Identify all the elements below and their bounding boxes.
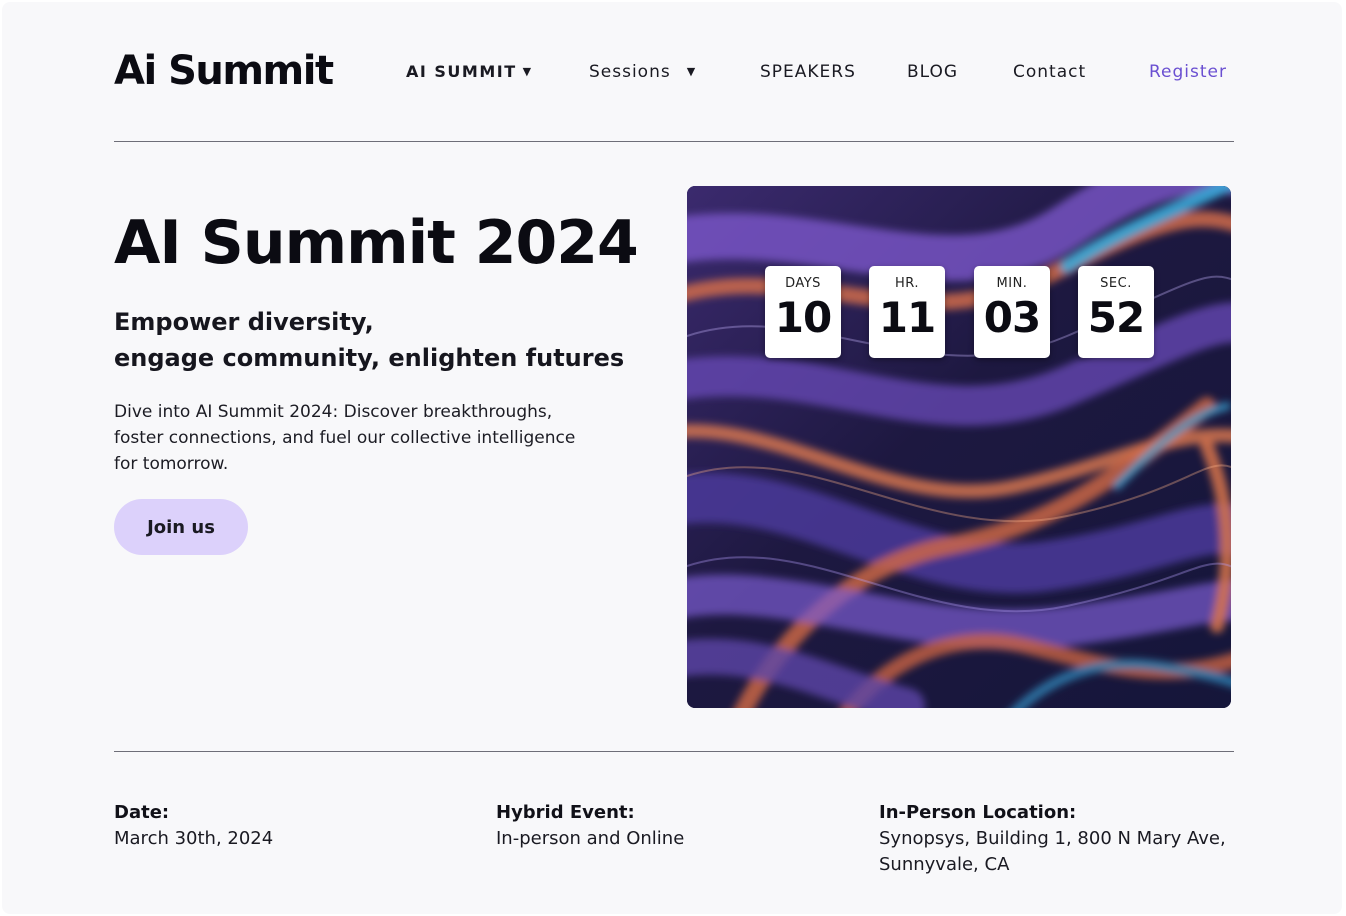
- event-date: Date: March 30th, 2024: [114, 800, 494, 852]
- nav-blog[interactable]: BLOG: [907, 62, 958, 82]
- hero-description-line: Dive into AI Summit 2024: Discover break…: [114, 402, 553, 422]
- event-format-value-line: In-person and Online: [496, 828, 685, 849]
- nav-ai-summit[interactable]: AI SUMMIT ▼: [406, 62, 533, 81]
- event-location-label: In-Person Location:: [879, 802, 1077, 823]
- event-date-value: March 30th, 2024: [114, 826, 494, 852]
- hero-description: Dive into AI Summit 2024: Discover break…: [114, 399, 644, 477]
- event-location-value: Synopsys, Building 1, 800 N Mary Ave, Su…: [879, 826, 1259, 878]
- countdown-label: MIN.: [996, 276, 1028, 291]
- nav-register[interactable]: Register: [1149, 62, 1227, 82]
- event-format: Hybrid Event: In-person and Online: [496, 800, 876, 852]
- caret-down-icon: ▼: [522, 65, 533, 78]
- nav-sessions[interactable]: Sessions ▼: [589, 62, 696, 82]
- caret-down-icon: ▼: [686, 65, 697, 78]
- event-date-value-line: March 30th, 2024: [114, 828, 274, 849]
- nav-speakers[interactable]: SPEAKERS: [760, 62, 856, 82]
- hero-tagline: Empower diversity, engage community, enl…: [114, 304, 644, 376]
- hero-description-line: for tomorrow.: [114, 454, 229, 474]
- details-divider: [114, 751, 1234, 752]
- countdown-label: SEC.: [1100, 276, 1132, 291]
- countdown-days: DAYS 10: [765, 266, 841, 358]
- event-location-value-line: Sunnyvale, CA: [879, 854, 1010, 875]
- header: Ai Summit AI SUMMIT ▼ Sessions ▼ SPEAKERS …: [114, 42, 1234, 112]
- hero-description-line: foster connections, and fuel our collect…: [114, 428, 576, 448]
- join-us-button[interactable]: Join us: [114, 499, 248, 555]
- event-date-label: Date:: [114, 802, 170, 823]
- event-format-label: Hybrid Event:: [496, 802, 635, 823]
- countdown-value: 52: [1087, 293, 1145, 342]
- logo[interactable]: Ai Summit: [114, 48, 334, 94]
- hero-tagline-line: engage community, enlighten futures: [114, 344, 625, 372]
- hero-tagline-line: Empower diversity,: [114, 308, 374, 336]
- hero-title: AI Summit 2024: [114, 208, 639, 278]
- countdown-seconds: SEC. 52: [1078, 266, 1154, 358]
- countdown-label: HR.: [895, 276, 919, 291]
- event-location: In-Person Location: Synopsys, Building 1…: [879, 800, 1259, 878]
- countdown-value: 10: [774, 293, 832, 342]
- abstract-swirl-artwork: [687, 186, 1231, 708]
- header-divider: [114, 141, 1234, 142]
- hero-image: DAYS 10 HR. 11 MIN. 03 SEC. 52: [687, 186, 1231, 708]
- countdown-hours: HR. 11: [869, 266, 945, 358]
- countdown-value: 11: [878, 293, 936, 342]
- nav-ai-summit-label: AI SUMMIT: [406, 62, 517, 81]
- countdown-minutes: MIN. 03: [974, 266, 1050, 358]
- nav-sessions-label: Sessions: [589, 62, 671, 82]
- event-location-value-line: Synopsys, Building 1, 800 N Mary Ave,: [879, 828, 1226, 849]
- page: Ai Summit AI SUMMIT ▼ Sessions ▼ SPEAKERS …: [2, 2, 1342, 914]
- countdown-value: 03: [983, 293, 1041, 342]
- countdown-label: DAYS: [785, 276, 821, 291]
- nav-contact[interactable]: Contact: [1013, 62, 1086, 82]
- event-format-value: In-person and Online: [496, 826, 876, 852]
